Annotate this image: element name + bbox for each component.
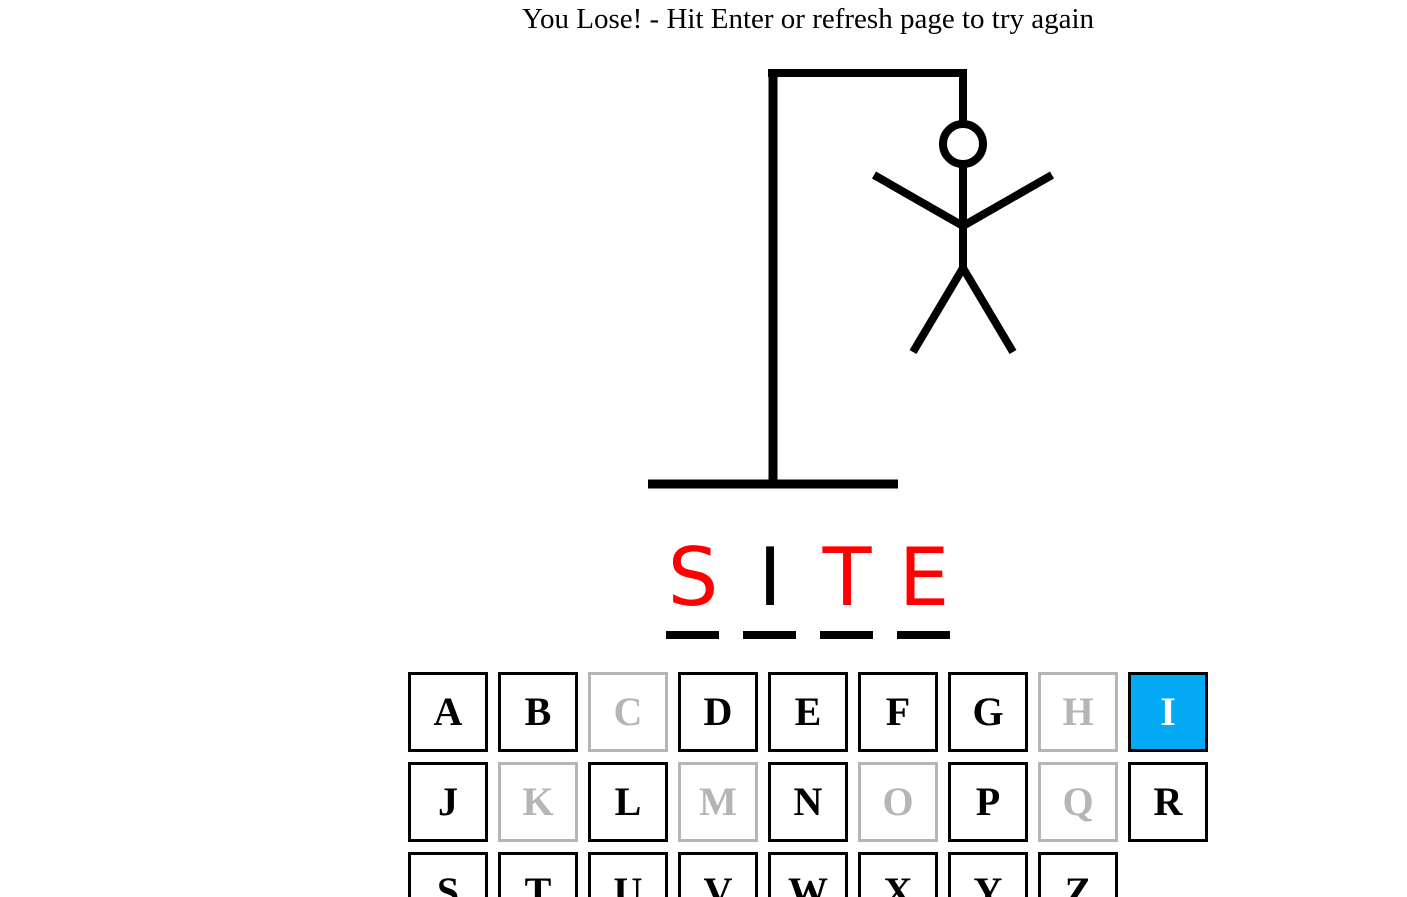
key-n[interactable]: N	[768, 762, 848, 842]
key-q[interactable]: Q	[1038, 762, 1118, 842]
word-letter-slot: I	[743, 530, 797, 640]
key-s[interactable]: S	[408, 852, 488, 897]
key-i[interactable]: I	[1128, 672, 1208, 752]
hangman-head	[939, 120, 987, 168]
key-x[interactable]: X	[858, 852, 938, 897]
key-o[interactable]: O	[858, 762, 938, 842]
letter-underline	[820, 631, 873, 639]
key-j[interactable]: J	[408, 762, 488, 842]
hangman-right-leg	[959, 265, 1017, 355]
letter-underline	[897, 631, 950, 639]
key-t[interactable]: T	[498, 852, 578, 897]
key-w[interactable]: W	[768, 852, 848, 897]
word-display: SITE	[0, 530, 1407, 650]
key-p[interactable]: P	[948, 762, 1028, 842]
word-letter-slot: E	[897, 530, 951, 640]
word-letter-slot: T	[820, 530, 874, 640]
hangman-right-arm	[961, 171, 1054, 230]
key-k[interactable]: K	[498, 762, 578, 842]
key-e[interactable]: E	[768, 672, 848, 752]
key-c[interactable]: C	[588, 672, 668, 752]
word-letter: S	[667, 531, 719, 624]
word-letter: I	[758, 531, 782, 624]
hangman-left-leg	[909, 265, 967, 355]
letter-underline	[666, 631, 719, 639]
key-v[interactable]: V	[678, 852, 758, 897]
key-y[interactable]: Y	[948, 852, 1028, 897]
letter-underline	[743, 631, 796, 639]
key-f[interactable]: F	[858, 672, 938, 752]
word-letter: E	[898, 531, 950, 624]
key-g[interactable]: G	[948, 672, 1028, 752]
key-r[interactable]: R	[1128, 762, 1208, 842]
key-h[interactable]: H	[1038, 672, 1118, 752]
key-l[interactable]: L	[588, 762, 668, 842]
key-d[interactable]: D	[678, 672, 758, 752]
hangman-left-arm	[872, 171, 965, 230]
key-b[interactable]: B	[498, 672, 578, 752]
word-letter: T	[822, 531, 872, 624]
hangman-drawing	[648, 69, 1054, 489]
key-z[interactable]: Z	[1038, 852, 1118, 897]
word-letter-slot: S	[666, 530, 720, 640]
key-u[interactable]: U	[588, 852, 668, 897]
key-a[interactable]: A	[408, 672, 488, 752]
key-m[interactable]: M	[678, 762, 758, 842]
